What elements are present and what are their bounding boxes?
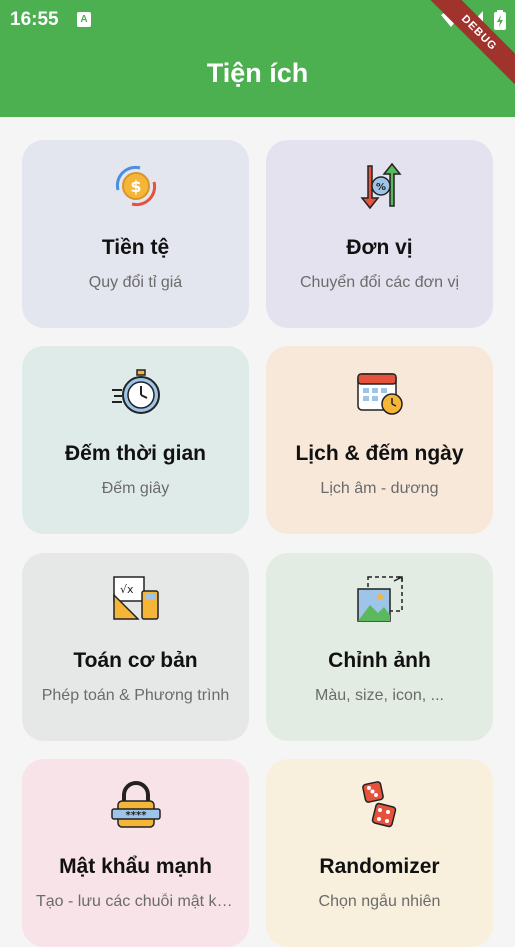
battery-icon (494, 10, 506, 30)
dice-icon (362, 781, 397, 828)
unit-conversion-icon: % (360, 162, 402, 210)
card-subtitle: Chọn ngẫu nhiên (318, 893, 441, 910)
card-title: Tiền tệ (101, 236, 170, 259)
image-edit-icon (357, 576, 403, 622)
card-title: Mật khẩu mạnh (59, 855, 212, 878)
svg-text:%: % (376, 182, 386, 193)
calendar-icon (357, 373, 403, 415)
card-title: Đơn vị (346, 236, 413, 259)
svg-text:$: $ (130, 177, 141, 196)
currency-exchange-icon: $ (115, 165, 157, 207)
card-math[interactable]: √x Toán cơ bản Phép toán & Phương trình (22, 553, 249, 741)
stopwatch-icon (112, 369, 160, 414)
card-title: Toán cơ bản (73, 649, 198, 672)
card-calendar[interactable]: Lịch & đếm ngày Lịch âm - dương (266, 346, 493, 534)
card-subtitle: Đếm giây (101, 480, 170, 497)
password-lock-icon: **** (111, 781, 161, 828)
page-title: Tiện ích (206, 58, 309, 88)
status-time: 16:55 (10, 9, 59, 30)
card-title: Chỉnh ảnh (328, 649, 431, 672)
card-randomizer[interactable]: Randomizer Chọn ngẫu nhiên (266, 759, 493, 947)
card-password[interactable]: **** Mật khẩu mạnh Tạo - lưu các chuỗi m… (22, 759, 249, 947)
card-subtitle: Tạo - lưu các chuỗi mật khẩu (36, 893, 235, 910)
card-image-edit[interactable]: Chỉnh ảnh Màu, size, icon, ... (266, 553, 493, 741)
math-tools-icon: √x (113, 576, 159, 620)
svg-text:√x: √x (120, 583, 134, 596)
svg-text:****: **** (126, 810, 148, 821)
card-currency[interactable]: $ Tiền tệ Quy đổi tỉ giá (22, 140, 249, 328)
card-title: Đếm thời gian (65, 442, 206, 465)
card-units[interactable]: % Đơn vị Chuyển đổi các đơn vị (266, 140, 493, 328)
card-title: Lịch & đếm ngày (295, 442, 464, 465)
card-title: Randomizer (319, 855, 440, 878)
card-subtitle: Màu, size, icon, ... (315, 687, 444, 704)
card-subtitle: Lịch âm - dương (320, 480, 439, 497)
card-subtitle: Chuyển đổi các đơn vị (299, 274, 460, 291)
card-subtitle: Phép toán & Phương trình (41, 687, 230, 704)
app-bar: 16:55 A Tiện ích DEBUG (0, 0, 515, 117)
notification-icon: A (77, 12, 91, 27)
card-subtitle: Quy đổi tỉ giá (88, 274, 183, 291)
card-stopwatch[interactable]: Đếm thời gian Đếm giây (22, 346, 249, 534)
